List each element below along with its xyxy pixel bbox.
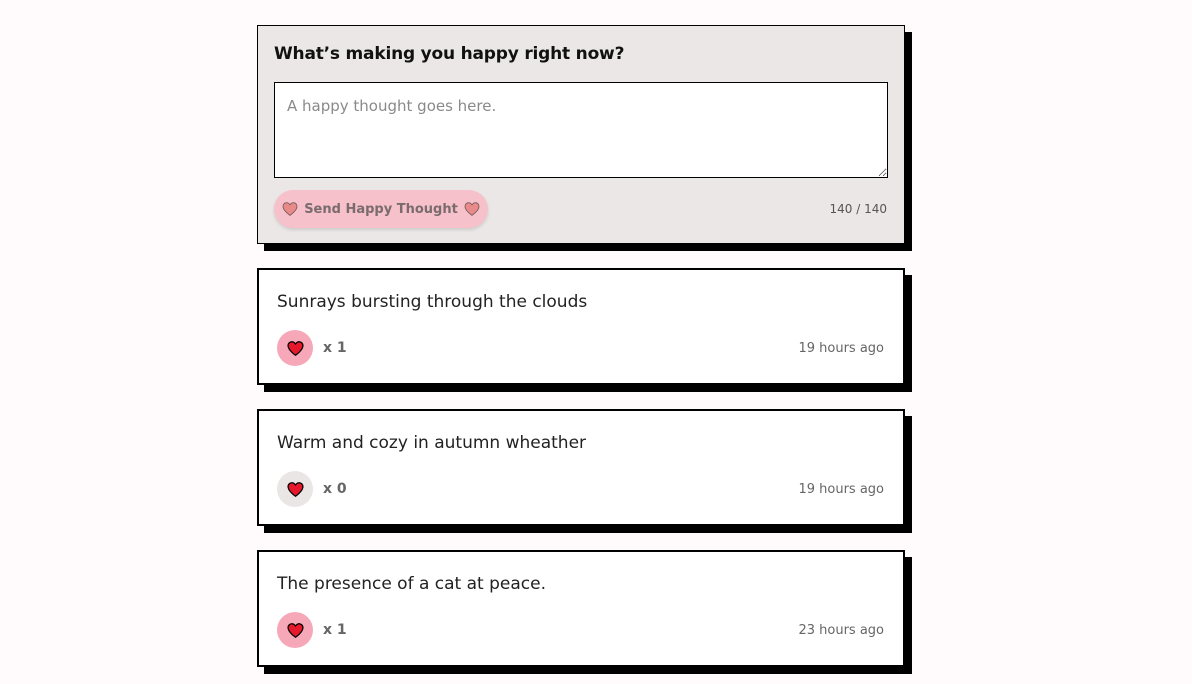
- form-title: What’s making you happy right now?: [274, 44, 625, 64]
- thought-card: The presence of a cat at peace. x 1 23 h…: [257, 550, 905, 667]
- thought-card: Sunrays bursting through the clouds x 1 …: [257, 268, 905, 385]
- timestamp: 19 hours ago: [798, 482, 884, 497]
- thought-card: Warm and cozy in autumn wheather x 0 19 …: [257, 409, 905, 526]
- thought-message: Warm and cozy in autumn wheather: [277, 433, 587, 453]
- heart-icon: [286, 340, 304, 356]
- send-button-label: Send Happy Thought: [304, 201, 458, 217]
- heart-icon: [464, 202, 480, 216]
- heart-icon: [282, 202, 298, 216]
- heart-icon: [286, 481, 304, 497]
- thought-input[interactable]: [274, 82, 888, 178]
- like-button[interactable]: [277, 330, 313, 366]
- like-count: x 1: [323, 622, 347, 638]
- timestamp: 23 hours ago: [798, 623, 884, 638]
- thought-message: The presence of a cat at peace.: [277, 574, 546, 594]
- character-counter: 140 / 140: [829, 202, 887, 216]
- timestamp: 19 hours ago: [798, 341, 884, 356]
- thought-form: What’s making you happy right now? Send …: [257, 25, 905, 244]
- thought-message: Sunrays bursting through the clouds: [277, 292, 588, 312]
- like-count: x 1: [323, 340, 347, 356]
- like-button[interactable]: [277, 612, 313, 648]
- send-happy-thought-button[interactable]: Send Happy Thought: [274, 190, 488, 228]
- heart-icon: [286, 622, 304, 638]
- like-button[interactable]: [277, 471, 313, 507]
- like-count: x 0: [323, 481, 347, 497]
